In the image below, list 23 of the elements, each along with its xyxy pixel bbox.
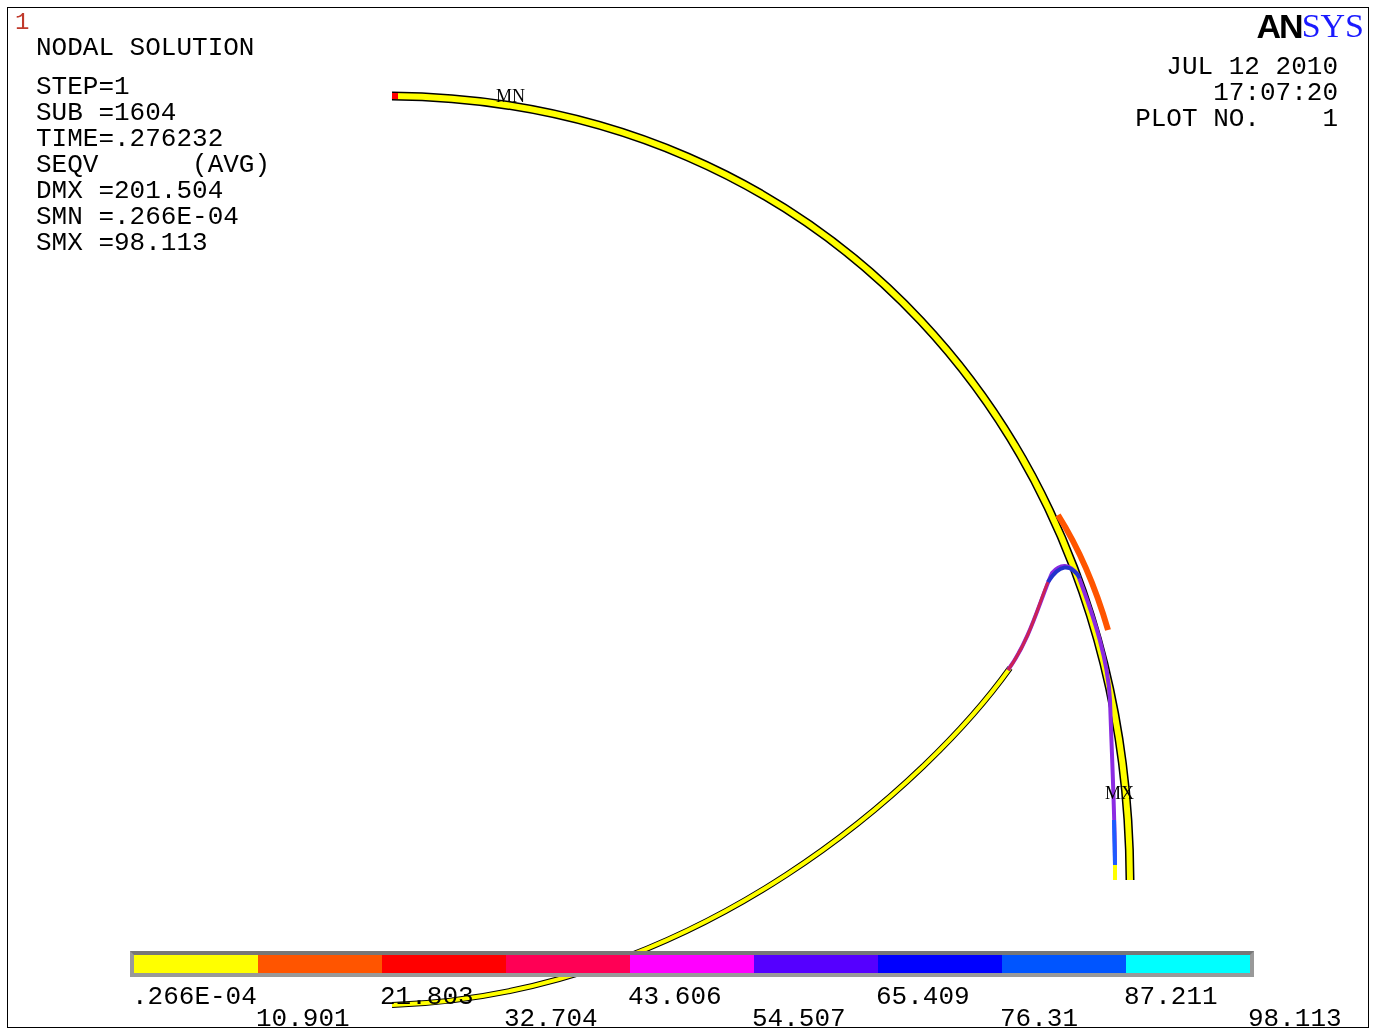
legend-label: 98.113 bbox=[1248, 1006, 1342, 1032]
plot-time: 17:07:20 bbox=[1213, 80, 1338, 106]
legend-label: 65.409 bbox=[876, 984, 970, 1010]
info-line: SMN =.266E-04 bbox=[36, 204, 240, 230]
legend-label: 76.31 bbox=[1000, 1006, 1078, 1032]
plot-date: JUL 12 2010 bbox=[1166, 54, 1338, 80]
legend-label: 10.901 bbox=[256, 1006, 350, 1032]
legend-label: .266E-04 bbox=[132, 984, 257, 1010]
plot-number: PLOT NO. 1 bbox=[1135, 106, 1338, 132]
info-line: STEP=1 bbox=[36, 74, 131, 100]
plot-title: NODAL SOLUTION bbox=[36, 35, 255, 61]
legend-label: 87.211 bbox=[1124, 984, 1218, 1010]
min-marker: MN bbox=[496, 87, 525, 105]
window-number: 1 bbox=[15, 10, 30, 36]
info-line: DMX =201.504 bbox=[36, 178, 224, 204]
info-line: SEQV (AVG) bbox=[36, 152, 271, 178]
legend-label: 54.507 bbox=[752, 1006, 846, 1032]
legend-label: 32.704 bbox=[504, 1006, 598, 1032]
info-line: TIME=.276232 bbox=[36, 126, 224, 152]
legend-label: 43.606 bbox=[628, 984, 722, 1010]
logo: ANSYS bbox=[1256, 8, 1364, 44]
info-line: SMX =98.113 bbox=[36, 230, 209, 256]
info-line: SUB =1604 bbox=[36, 100, 178, 126]
